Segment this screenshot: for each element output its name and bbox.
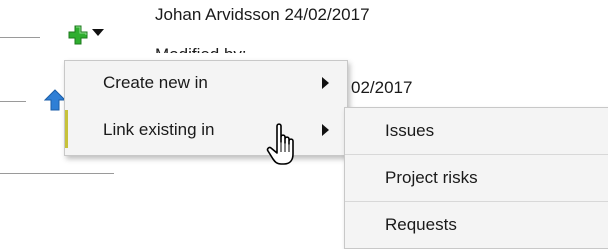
green-plus-icon[interactable]	[68, 25, 88, 45]
hand-pointer-cursor-icon	[266, 123, 294, 165]
menu-item-label: Create new in	[103, 73, 208, 92]
submenu-item-label: Issues	[385, 121, 435, 140]
active-item-marker	[65, 110, 68, 148]
menu-item-create-new-in[interactable]: Create new in	[65, 63, 347, 101]
tree-connector-line	[0, 101, 26, 102]
submenu-item-project-risks[interactable]: Project risks	[345, 155, 608, 201]
created-by-text: Johan Arvidsson 24/02/2017	[155, 5, 370, 24]
menu-item-link-existing-in[interactable]: Link existing in	[65, 110, 347, 148]
tree-connector-line	[0, 37, 40, 38]
modified-date-text: 02/2017	[351, 78, 413, 97]
menu-item-label: Link existing in	[103, 120, 215, 139]
submenu-arrow-icon	[322, 77, 329, 89]
submenu-item-label: Requests	[385, 215, 457, 234]
submenu-item-label: Project risks	[385, 168, 478, 187]
submenu-link-existing: Issues Project risks Requests	[344, 107, 608, 249]
context-menu: Create new in Link existing in	[64, 60, 348, 156]
submenu-item-issues[interactable]: Issues	[345, 108, 608, 154]
submenu-arrow-icon	[322, 124, 329, 136]
caret-down-icon[interactable]	[92, 29, 104, 36]
blue-arrow-up-icon	[44, 89, 66, 111]
submenu-item-requests[interactable]: Requests	[345, 202, 608, 248]
tree-connector-line	[0, 173, 114, 174]
